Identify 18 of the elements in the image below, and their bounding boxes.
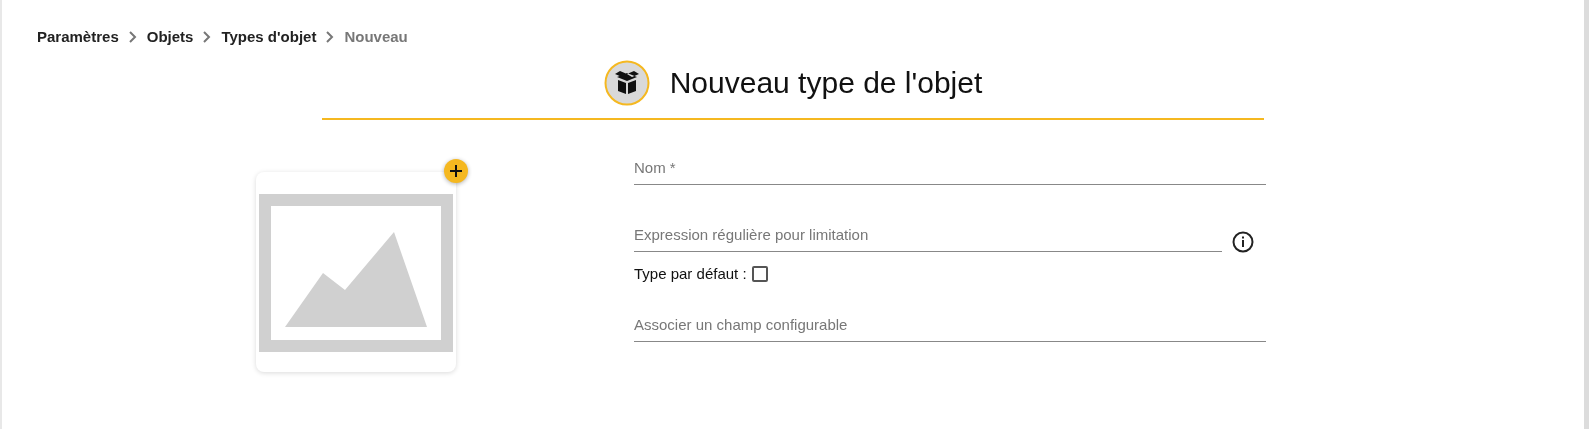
breadcrumb-link[interactable]: Paramètres	[37, 28, 119, 45]
breadcrumb-link[interactable]: Objets	[146, 28, 194, 45]
info-icon[interactable]	[1232, 231, 1254, 253]
breadcrumb-link[interactable]: Types d'objet	[221, 28, 317, 45]
breadcrumb-current: Nouveau	[344, 28, 408, 45]
chevron-icon	[202, 29, 213, 44]
input-field[interactable]: Expression régulière pour limitation	[634, 220, 1222, 252]
page-title: Nouveau type de l'objet	[669, 66, 983, 100]
input-field[interactable]: Nom *	[634, 153, 1266, 185]
add-button[interactable]	[444, 159, 468, 183]
chevron-icon	[127, 29, 138, 44]
box-icon	[603, 60, 650, 106]
checkbox[interactable]	[751, 265, 768, 282]
input-field[interactable]: Associer un champ configurable	[634, 310, 1266, 342]
image-placeholder-icon	[259, 194, 453, 352]
checkbox-label: Type par défaut :	[634, 265, 747, 282]
chevron-icon	[325, 29, 336, 44]
plus-icon	[449, 164, 463, 178]
